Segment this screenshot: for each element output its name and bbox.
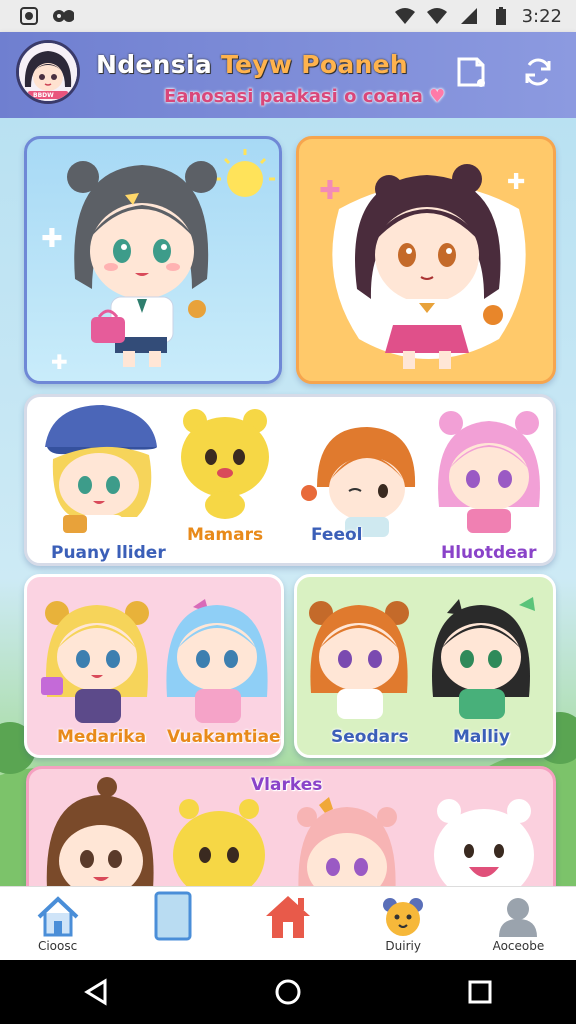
status-time: 3:22	[521, 5, 562, 27]
character-group-art	[45, 405, 540, 541]
notification-icon	[18, 5, 40, 27]
heart-icon: ♥	[429, 86, 446, 107]
bear-icon	[383, 897, 424, 936]
game-icon	[52, 5, 74, 27]
group-label-4: Hluotdear	[441, 543, 537, 563]
battery-icon	[490, 5, 512, 27]
group-label-1: Puany llider	[51, 543, 166, 563]
character-card-dark-hair[interactable]: ✚ ✚	[296, 136, 556, 384]
nav-bear-label: Duiriy	[385, 938, 421, 953]
content-area: ✚ ✚ ✚ ✚ Puany llider Mamars Feeol Hluotd…	[0, 118, 576, 886]
character-group-card[interactable]: Puany llider Mamars Feeol Hluotdear	[24, 394, 556, 566]
avatar-badge: BBDW	[33, 92, 54, 99]
nav-profile[interactable]: Aoceobe	[461, 887, 576, 961]
app-title-part1: Ndensia	[96, 50, 221, 79]
app-subtitle: Eanosasi paakasi o coana ♥	[164, 86, 445, 107]
nav-tablet[interactable]	[115, 887, 230, 961]
character-card-pink-duo[interactable]: Medarika Vuakamtiae	[24, 574, 284, 758]
nav-home-label: Cioosc	[37, 938, 78, 953]
app-title: Ndensia Teyw Poaneh	[96, 50, 408, 79]
home-outline-icon	[37, 895, 78, 936]
status-bar: 3:22	[0, 0, 576, 32]
nav-bear[interactable]: Duiriy	[346, 887, 461, 961]
bottom-nav: Cioosc Duiriy Aoceobe	[0, 886, 576, 961]
app-header: BBDW Ndensia Teyw Poaneh Eanosasi paakas…	[0, 32, 576, 118]
profile-icon	[499, 897, 538, 937]
recents-icon[interactable]	[465, 977, 495, 1007]
system-nav-bar	[0, 960, 576, 1024]
bottom-card-title: Vlarkes	[251, 775, 323, 795]
green-label-2: Malliy	[453, 727, 510, 747]
group-label-2: Mamars	[187, 525, 264, 545]
refresh-icon	[525, 58, 551, 86]
svg-text:✚: ✚	[51, 350, 68, 374]
refresh-button[interactable]	[518, 52, 558, 92]
svg-text:✚: ✚	[41, 224, 63, 254]
avatar[interactable]: BBDW	[16, 40, 80, 104]
tablet-icon	[154, 891, 192, 940]
sticker-icon	[457, 57, 485, 87]
green-label-1: Seodars	[331, 727, 409, 747]
signal-icon	[458, 5, 480, 27]
wifi-icon	[394, 5, 416, 27]
character-art-dark-hair: ✚ ✚	[319, 164, 526, 369]
pink-label-1: Medarika	[57, 727, 147, 747]
character-card-bottom-row[interactable]: Vlarkes	[26, 766, 556, 886]
home-circle-icon[interactable]	[273, 977, 303, 1007]
back-icon[interactable]	[81, 977, 111, 1007]
group-label-3: Feeol	[311, 525, 363, 545]
svg-text:✚: ✚	[319, 176, 341, 206]
pink-label-2: Vuakamtiae	[167, 727, 281, 747]
character-card-gray-hair[interactable]: ✚ ✚	[24, 136, 282, 384]
nav-home-active[interactable]	[230, 887, 345, 961]
home-filled-icon	[266, 895, 310, 938]
signal-icon	[426, 5, 448, 27]
app-subtitle-text: Eanosasi paakasi o coana	[164, 86, 423, 107]
app-title-part2: Teyw Poaneh	[221, 50, 409, 79]
character-art-gray-hair: ✚ ✚	[41, 149, 275, 374]
character-card-green-duo[interactable]: Seodars Malliy	[294, 574, 556, 758]
sticker-button[interactable]	[450, 52, 490, 92]
nav-profile-label: Aoceobe	[492, 938, 545, 953]
nav-home[interactable]: Cioosc	[0, 887, 115, 961]
svg-text:✚: ✚	[507, 170, 525, 195]
